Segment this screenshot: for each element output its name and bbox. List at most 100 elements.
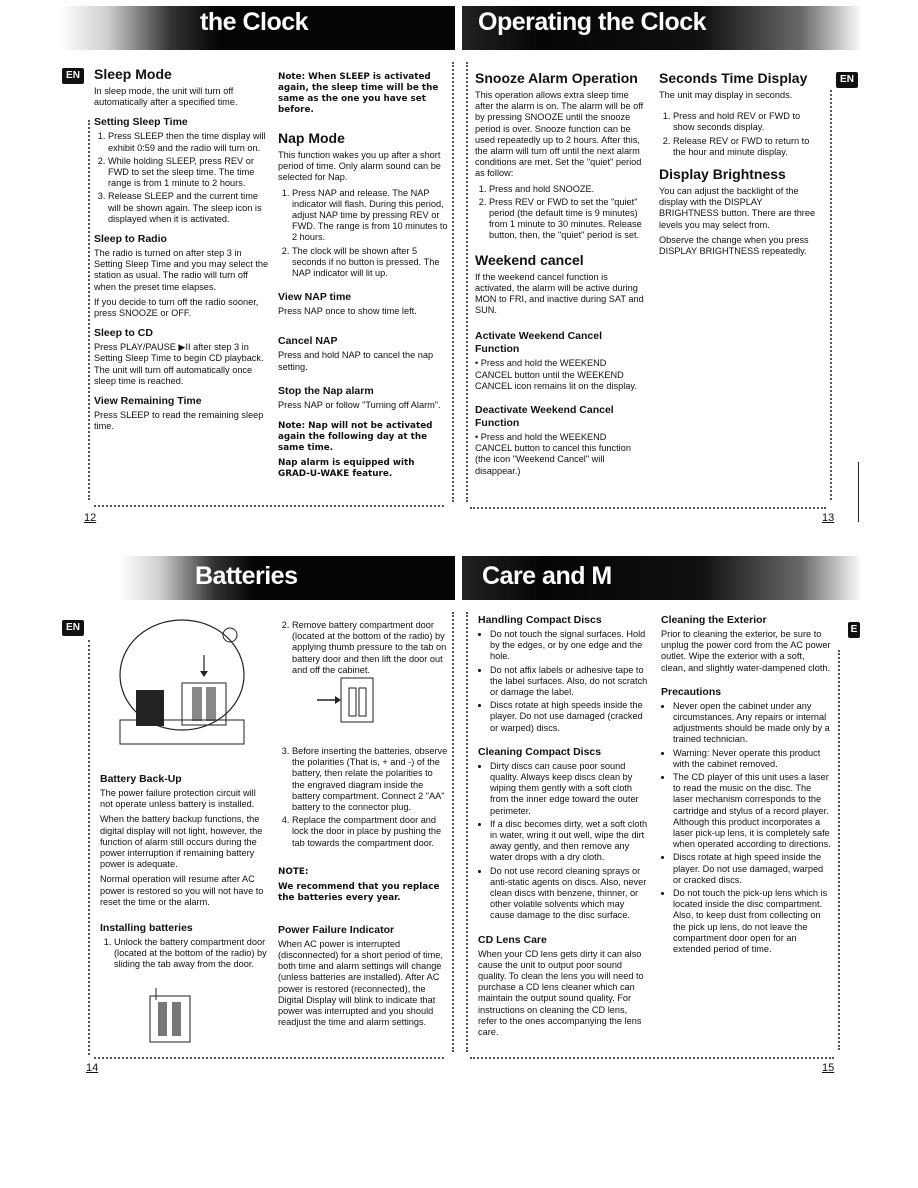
- sleep-steps: Press SLEEP then the time display will e…: [94, 131, 270, 225]
- installing-batteries-title: Installing batteries: [100, 922, 193, 935]
- handling-discs-list: Do not touch the signal surfaces. Hold b…: [478, 629, 648, 734]
- view-remaining-time-text: Press SLEEP to read the remaining sleep …: [94, 410, 264, 432]
- page15-language-badge: E: [848, 622, 860, 638]
- cleaning-item: If a disc becomes dirty, wet a soft clot…: [490, 819, 648, 864]
- snooze-step: Press and hold SNOOZE.: [489, 184, 645, 195]
- page15-number: 15: [822, 1062, 835, 1074]
- page13-left-border: [466, 62, 468, 502]
- page15-bottom-border: [470, 1057, 834, 1059]
- snooze-intro: This operation allows extra sleep time a…: [475, 90, 644, 179]
- snooze-steps: Press and hold SNOOZE. Press REV or FWD …: [475, 184, 645, 242]
- battery-backup-text-2: When the battery backup functions, the d…: [100, 814, 263, 870]
- deactivate-weekend-text: • Press and hold the WEEKEND CANCEL butt…: [475, 432, 631, 476]
- activate-weekend-text: • Press and hold the WEEKEND CANCEL butt…: [475, 358, 637, 391]
- install-step: Unlock the battery compartment door (loc…: [114, 937, 270, 971]
- install-step-1-list: Unlock the battery compartment door (loc…: [100, 937, 270, 971]
- display-brightness-text: You can adjust the backlight of the disp…: [659, 186, 816, 230]
- stop-nap-alarm-text: Press NAP or follow "Turning off Alarm".: [278, 399, 441, 410]
- cancel-nap-text: Press and hold NAP to cancel the nap set…: [278, 350, 434, 372]
- sleep-step: Release SLEEP and the current time will …: [108, 191, 270, 225]
- page12-right-border: [452, 62, 454, 502]
- nap-step: Press NAP and release. The NAP indicator…: [292, 188, 448, 244]
- install-steps-3-4-list: Before inserting the batteries, observe …: [278, 746, 448, 849]
- sleep-to-cd-title: Sleep to CD: [94, 327, 153, 340]
- precaution-item: The CD player of this unit uses a laser …: [673, 772, 831, 850]
- precaution-item: Never open the cabinet under any circums…: [673, 701, 831, 746]
- battery-replace-note: We recommend that you replace the batter…: [278, 881, 440, 903]
- seconds-steps: Press and hold REV or FWD to show second…: [659, 111, 824, 158]
- seconds-step: Press and hold REV or FWD to show second…: [673, 111, 824, 133]
- snooze-title: Snooze Alarm Operation: [475, 70, 638, 86]
- page13-right-border: [830, 90, 832, 500]
- battery-backup-text-3: Normal operation will resume after AC po…: [100, 874, 264, 907]
- display-brightness-text-2: Observe the change when you press DISPLA…: [659, 234, 809, 257]
- page14-left-border: [88, 640, 90, 1055]
- view-nap-time-text: Press NAP once to show time left.: [278, 306, 417, 317]
- seconds-display-intro: The unit may display in seconds.: [659, 90, 793, 100]
- deactivate-weekend-title: Deactivate Weekend Cancel Function: [475, 404, 614, 430]
- page12-banner-title: the Clock: [200, 8, 309, 36]
- sleep-mode-intro: In sleep mode, the unit will turn off au…: [94, 86, 238, 108]
- compact-disc-care-column: Handling Compact Discs Do not touch the …: [478, 614, 648, 1042]
- nap-grad-u-wake-note: Nap alarm is equipped with GRAD-U-WAKE f…: [278, 458, 415, 480]
- sleep-mode-title: Sleep Mode: [94, 66, 172, 82]
- battery-compartment-illustration: [149, 988, 191, 1043]
- note-title: NOTE:: [278, 866, 309, 877]
- precautions-list: Never open the cabinet under any circums…: [661, 701, 831, 955]
- sleep-to-radio-text-2: If you decide to turn off the radio soon…: [94, 296, 259, 319]
- precaution-item: Warning: Never operate this product with…: [673, 748, 831, 770]
- battery-backup-text: The power failure protection circuit wil…: [100, 788, 256, 810]
- lens-care-title: CD Lens Care: [478, 933, 547, 946]
- snooze-step: Press REV or FWD to set the "quiet" peri…: [489, 197, 645, 242]
- page15-banner-title: Care and M: [482, 562, 612, 590]
- cleaning-item: Do not use record cleaning sprays or ant…: [490, 866, 648, 922]
- nap-note: Note: Nap will not be activated again th…: [278, 421, 433, 454]
- view-nap-time-title: View NAP time: [278, 291, 352, 304]
- page12-left-border: [88, 120, 90, 500]
- cleaning-exterior-text: Prior to cleaning the exterior, be sure …: [661, 629, 831, 673]
- page14-number: 14: [86, 1062, 99, 1074]
- handling-discs-title: Handling Compact Discs: [478, 614, 602, 626]
- handling-item: Do not affix labels or adhesive tape to …: [490, 665, 648, 699]
- precautions-title: Precautions: [661, 685, 722, 698]
- page14-banner-title: Batteries: [195, 562, 298, 590]
- cleaning-exterior-title: Cleaning the Exterior: [661, 614, 767, 626]
- page12-language-badge: EN: [62, 68, 84, 84]
- cleaning-discs-title: Cleaning Compact Discs: [478, 745, 602, 758]
- snooze-column: Snooze Alarm Operation This operation al…: [475, 70, 645, 481]
- page12-bottom-border: [94, 505, 444, 507]
- nap-step: The clock will be shown after 5 seconds …: [292, 246, 448, 280]
- install-step: Before inserting the batteries, observe …: [292, 746, 448, 813]
- nap-mode-column: Note: When SLEEP is activated again, the…: [278, 72, 448, 484]
- battery-backup-title: Battery Back-Up: [100, 773, 182, 785]
- exterior-precautions-column: Cleaning the Exterior Prior to cleaning …: [661, 614, 831, 959]
- nap-mode-title: Nap Mode: [278, 130, 345, 146]
- sleep-step: While holding SLEEP, press REV or FWD to…: [108, 156, 270, 190]
- page13-language-badge: EN: [836, 72, 858, 88]
- sleep-step: Press SLEEP then the time display will e…: [108, 131, 270, 153]
- cleaning-item: Dirty discs can cause poor sound quality…: [490, 761, 648, 817]
- sleep-mode-column: Sleep Mode In sleep mode, the unit will …: [94, 66, 270, 436]
- page13-edge-line: [858, 462, 859, 522]
- lens-care-text: When your CD lens gets dirty it can also…: [478, 948, 644, 1038]
- seconds-display-title: Seconds Time Display: [659, 70, 808, 86]
- page13-banner-title: Operating the Clock: [478, 8, 707, 36]
- display-brightness-title: Display Brightness: [659, 166, 786, 183]
- seconds-brightness-column: Seconds Time Display The unit may displa…: [659, 70, 824, 261]
- power-failure-text: When AC power is interrupted (disconnect…: [278, 938, 443, 1028]
- power-failure-title: Power Failure Indicator: [278, 923, 395, 936]
- page12-number: 12: [84, 512, 97, 524]
- page14-right-border: [452, 612, 454, 1052]
- page13-bottom-border: [470, 507, 826, 509]
- page15-right-border: [838, 650, 840, 1050]
- setting-sleep-time-title: Setting Sleep Time: [94, 116, 188, 129]
- sleep-to-radio-text: The radio is turned on after step 3 in S…: [94, 248, 269, 292]
- install-step-2-list: Remove battery compartment door (located…: [278, 620, 448, 676]
- precaution-item: Discs rotate at high speed inside the pl…: [673, 852, 831, 886]
- precaution-item: Do not touch the pick-up lens which is l…: [673, 888, 831, 955]
- cancel-nap-title: Cancel NAP: [278, 335, 338, 348]
- page15-left-border: [466, 612, 468, 1052]
- nap-steps: Press NAP and release. The NAP indicator…: [278, 188, 448, 280]
- weekend-cancel-title: Weekend cancel: [475, 251, 584, 268]
- install-step: Remove battery compartment door (located…: [292, 620, 448, 676]
